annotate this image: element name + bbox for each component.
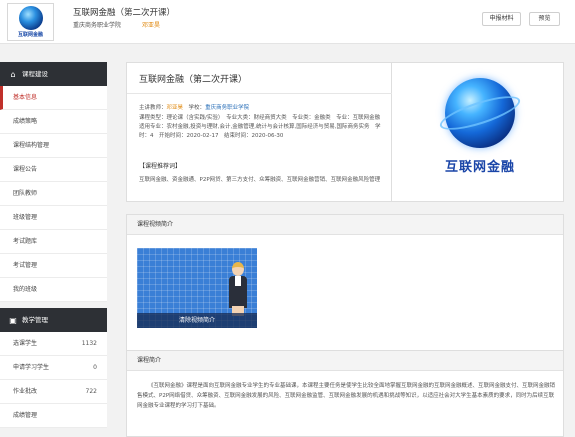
sidebar-item-basic-info[interactable]: 基本信息	[0, 86, 107, 110]
teacher-link[interactable]: 邓亚昊	[167, 105, 184, 111]
item-label: 选课学生	[13, 340, 38, 347]
logo-text: 互联网金融	[17, 32, 43, 38]
course-info-title: 互联网金融（第二次开课）	[139, 75, 248, 85]
sidebar-item-question-bank[interactable]: 考试题库	[0, 230, 107, 254]
video-thumbnail[interactable]: 清除视频简介	[137, 248, 257, 328]
sidebar-item-class-management[interactable]: 班级管理	[0, 206, 107, 230]
sidebar-item-homework[interactable]: 作业批改 722	[0, 380, 107, 404]
teacher-label: 主讲教师：	[139, 105, 167, 111]
video-panel-title: 课程视频简介	[127, 215, 563, 235]
sidebar-item-applicants[interactable]: 申请学习学生 0	[0, 356, 107, 380]
teacher-school-line: 主讲教师：邓亚昊 学校：重庆商务职业学院	[139, 104, 384, 113]
sidebar: ⌂ 课程建设 基本信息 成绩策略 课程结构管理 课程公告 团队教师 班级管理 考试…	[0, 62, 107, 437]
preview-button[interactable]: 预览	[529, 12, 560, 26]
course-title: 互联网金融（第二次开课）	[73, 8, 176, 18]
item-count: 1132	[81, 340, 97, 347]
sidebar-item-my-classes[interactable]: 我的班级	[0, 278, 107, 302]
teacher-name[interactable]: 邓亚昊	[142, 20, 160, 29]
section-title: 课程建设	[22, 70, 48, 78]
sidebar-item-exam-management[interactable]: 考试管理	[0, 254, 107, 278]
globe-icon	[19, 6, 43, 30]
recommend-text: 互联网金融、资金融通、P2P网贷、第三方支付、众筹融资、互联网金融营销、互联网金…	[139, 177, 381, 183]
sidebar-item-enrolled-students[interactable]: 选课学生 1132	[0, 332, 107, 356]
recommend-title: 【课程推荐词】	[139, 163, 182, 170]
main-content: 互联网金融（第二次开课） 主讲教师：邓亚昊 学校：重庆商务职业学院 课程类型：理…	[126, 62, 564, 437]
sidebar-section-course-building[interactable]: ⌂ 课程建设	[0, 62, 107, 86]
divider	[127, 93, 392, 94]
sidebar-item-structure[interactable]: 课程结构管理	[0, 134, 107, 158]
sidebar-item-announcements[interactable]: 课程公告	[0, 158, 107, 182]
apply-materials-button[interactable]: 申报材料	[482, 12, 521, 26]
intro-panel-title: 课程简介	[127, 351, 563, 371]
course-info-card: 互联网金融（第二次开课） 主讲教师：邓亚昊 学校：重庆商务职业学院 课程类型：理…	[126, 62, 564, 202]
school-link[interactable]: 重庆商务职业学院	[205, 105, 249, 111]
course-intro-panel: 课程简介 《互联网金融》课程是面向互联网金融专业学生的专业基础课，本课程主要任务…	[126, 350, 564, 437]
sidebar-item-team-teachers[interactable]: 团队教师	[0, 182, 107, 206]
sidebar-item-grade-strategy[interactable]: 成绩策略	[0, 110, 107, 134]
school-label: 学校：	[188, 105, 206, 111]
clipboard-icon: ▣	[9, 316, 17, 325]
item-count: 0	[93, 364, 97, 371]
sidebar-item-grades[interactable]: 成绩管理	[0, 404, 107, 428]
section-title: 教学管理	[22, 316, 48, 324]
course-logo[interactable]: 互联网金融	[7, 3, 54, 41]
course-info-details: 互联网金融（第二次开课） 主讲教师：邓亚昊 学校：重庆商务职业学院 课程类型：理…	[127, 63, 392, 201]
school-name: 重庆商务职业学院	[73, 22, 122, 29]
item-label: 作业批改	[13, 388, 38, 395]
top-header: 互联网金融 互联网金融（第二次开课） 重庆商务职业学院 邓亚昊 申报材料 预览	[0, 0, 575, 44]
item-count: 722	[85, 388, 97, 395]
item-label: 申请学习学生	[13, 364, 50, 371]
presenter-head	[232, 262, 244, 276]
presenter-shirt	[235, 276, 241, 286]
sidebar-section-teaching[interactable]: ▣ 教学管理	[0, 308, 107, 332]
intro-text: 《互联网金融》课程是面向互联网金融专业学生的专业基础课，本课程主要任务是使学生比…	[137, 383, 556, 409]
course-meta: 课程类型：理论课（含实践/实验） 专业大类：财经商贸大类 专业类：金融类 专业：…	[139, 115, 386, 139]
home-icon: ⌂	[10, 70, 16, 79]
course-cover-image[interactable]: 互联网金融	[416, 72, 544, 194]
clear-video-button[interactable]: 清除视频简介	[137, 313, 257, 328]
cover-text: 互联网金融	[444, 160, 515, 175]
item-label: 成绩管理	[13, 412, 38, 419]
